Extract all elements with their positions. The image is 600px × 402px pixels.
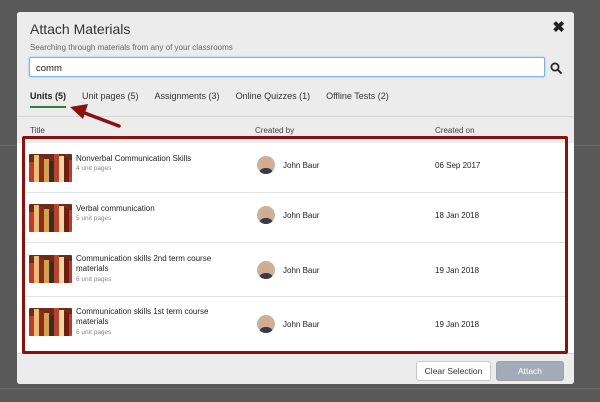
tab-assignments[interactable]: Assignments (3) <box>155 91 220 108</box>
tab-online-quizzes[interactable]: Online Quizzes (1) <box>236 91 311 108</box>
column-created-by: Created by <box>255 126 295 135</box>
row-date: 06 Sep 2017 <box>435 161 481 170</box>
dialog-header: Attach Materials ✖ Searching through mat… <box>17 12 574 143</box>
column-title: Title <box>30 126 45 135</box>
search-input[interactable] <box>30 59 544 78</box>
dialog-footer: Clear Selection Attach <box>17 353 574 384</box>
material-type-tabs: Units (5) Unit pages (5) Assignments (3)… <box>30 91 405 108</box>
search-field-wrapper <box>29 57 545 78</box>
avatar <box>257 156 275 174</box>
row-author: John Baur <box>283 266 320 275</box>
book-spine <box>69 160 72 182</box>
book-spine <box>69 261 72 283</box>
unit-thumbnail <box>29 255 72 283</box>
attach-materials-dialog: Attach Materials ✖ Searching through mat… <box>17 12 574 384</box>
table-header: Title Created by Created on <box>17 116 574 143</box>
unit-thumbnail <box>29 308 72 336</box>
avatar <box>257 261 275 279</box>
tab-offline-tests[interactable]: Offline Tests (2) <box>326 91 389 108</box>
close-icon[interactable]: ✖ <box>552 20 565 36</box>
row-title: Communication skills 2nd term course mat… <box>76 254 212 273</box>
attach-button[interactable]: Attach <box>496 361 564 381</box>
row-subtitle: 6 unit pages <box>76 276 112 283</box>
search-icon[interactable] <box>550 62 562 74</box>
table-row[interactable]: Communication skills 1st term course mat… <box>25 297 566 353</box>
row-subtitle: 5 unit pages <box>76 215 112 222</box>
row-author: John Baur <box>283 211 320 220</box>
table-row[interactable]: Verbal communication 5 unit pages John B… <box>25 193 566 243</box>
tab-units[interactable]: Units (5) <box>30 91 66 108</box>
clear-selection-button[interactable]: Clear Selection <box>416 361 491 381</box>
row-date: 19 Jan 2018 <box>435 320 480 329</box>
book-spine <box>69 314 72 336</box>
table-row[interactable]: Nonverbal Communication Skills 4 unit pa… <box>25 143 566 193</box>
unit-thumbnail <box>29 204 72 232</box>
row-title: Communication skills 1st term course mat… <box>76 307 209 326</box>
avatar <box>257 206 275 224</box>
avatar <box>257 315 275 333</box>
tab-unit-pages[interactable]: Unit pages (5) <box>82 91 139 108</box>
dialog-subtitle: Searching through materials from any of … <box>30 43 233 52</box>
unit-thumbnail <box>29 154 72 182</box>
row-subtitle: 6 unit pages <box>76 329 112 336</box>
background-divider <box>0 388 600 389</box>
table-row[interactable]: Communication skills 2nd term course mat… <box>25 243 566 297</box>
column-created-on: Created on <box>435 126 475 135</box>
row-author: John Baur <box>283 161 320 170</box>
row-subtitle: 4 unit pages <box>76 165 112 172</box>
row-title: Verbal communication <box>76 204 155 213</box>
dialog-title: Attach Materials <box>30 21 131 37</box>
row-author: John Baur <box>283 320 320 329</box>
book-spine <box>69 210 72 232</box>
row-date: 18 Jan 2018 <box>435 211 480 220</box>
row-title: Nonverbal Communication Skills <box>76 154 192 163</box>
materials-list: Nonverbal Communication Skills 4 unit pa… <box>17 143 574 353</box>
row-date: 19 Jan 2018 <box>435 266 480 275</box>
